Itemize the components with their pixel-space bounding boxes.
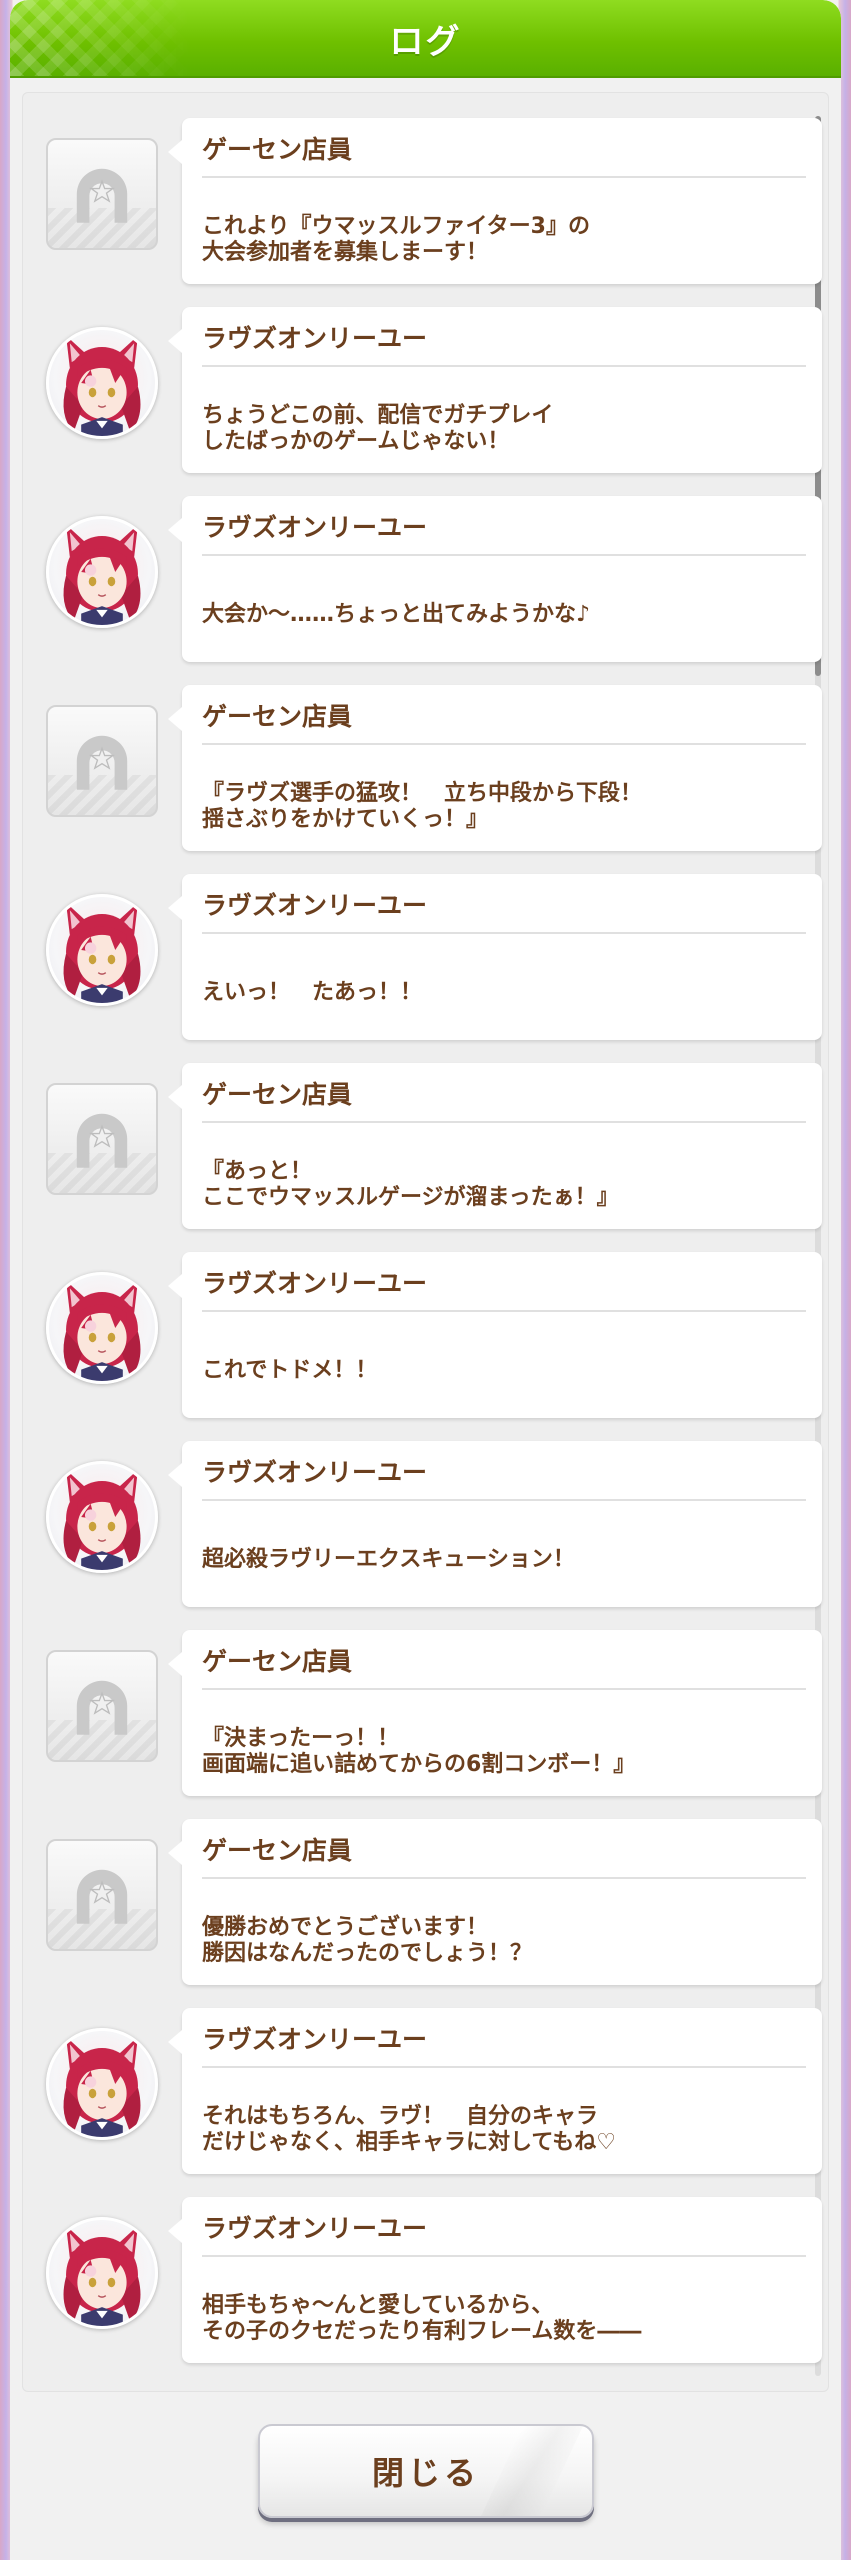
character-portrait bbox=[46, 516, 158, 628]
horseshoe-placeholder-icon bbox=[46, 705, 158, 817]
message-line: 画面端に追い詰めてからの6割コンボー！』 bbox=[202, 1752, 636, 1777]
speech-bubble: ゲーセン店員 『決まったーっ！！ 画面端に追い詰めてからの6割コンボー！』 bbox=[168, 1630, 822, 1796]
message-line: その子のクセだったり有利フレーム数を―― bbox=[202, 2319, 642, 2344]
log-entry: ラヴズオンリーユー 相手もちゃ～んと愛しているから、 その子のクセだったり有利フレー… bbox=[22, 2197, 829, 2367]
character-portrait bbox=[46, 1461, 158, 1573]
log-entry: ゲーセン店員 『決まったーっ！！ 画面端に追い詰めてからの6割コンボー！』 bbox=[22, 1630, 829, 1800]
speech-bubble: ラヴズオンリーユーえいっ！ たあっ！！ bbox=[168, 874, 822, 1040]
log-entry: ラヴズオンリーユー ちょうどこの前、配信でガチプレイ したばっかのゲームじゃない！ bbox=[22, 307, 829, 477]
speech-bubble: ゲーセン店員 『ラヴズ選手の猛攻！ 立ち中段から下段！ 揺さぶりをかけていくっ！』 bbox=[168, 685, 822, 851]
speaker-name: ラヴズオンリーユー bbox=[202, 513, 428, 542]
speech-bubble: ゲーセン店員 これより『ウマッスルファイター3』の 大会参加者を募集しまーす！ bbox=[168, 118, 822, 284]
bubble-divider bbox=[202, 1121, 806, 1123]
speaker-name: ラヴズオンリーユー bbox=[202, 1269, 428, 1298]
bubble-divider bbox=[202, 932, 806, 934]
message-line: 勝因はなんだったのでしょう！？ bbox=[202, 1941, 533, 1966]
speech-bubble: ラヴズオンリーユー 相手もちゃ～んと愛しているから、 その子のクセだったり有利フレー… bbox=[168, 2197, 822, 2363]
horseshoe-placeholder-icon bbox=[46, 1083, 158, 1195]
close-button[interactable]: 閉じる bbox=[258, 2424, 594, 2518]
speech-bubble: ラヴズオンリーユーこれでトドメ！！ bbox=[168, 1252, 822, 1418]
message-line: 揺さぶりをかけていくっ！』 bbox=[202, 807, 489, 832]
bubble-divider bbox=[202, 743, 806, 745]
dialog-header: ログ bbox=[10, 0, 841, 76]
horseshoe-placeholder-icon bbox=[46, 138, 158, 250]
horseshoe-placeholder-icon bbox=[46, 1839, 158, 1951]
horseshoe-placeholder-icon bbox=[46, 1650, 158, 1762]
close-button-label: 閉じる bbox=[371, 2454, 480, 2492]
speaker-name: ゲーセン店員 bbox=[202, 1836, 353, 1865]
speaker-name: ラヴズオンリーユー bbox=[202, 891, 428, 920]
speaker-name: ゲーセン店員 bbox=[202, 1647, 353, 1676]
speech-bubble: ゲーセン店員 『あっと！ ここでウマッスルゲージが溜まったぁ！』 bbox=[168, 1063, 822, 1229]
character-portrait bbox=[46, 2217, 158, 2329]
speech-bubble: ゲーセン店員 優勝おめでとうございます！ 勝因はなんだったのでしょう！？ bbox=[168, 1819, 822, 1985]
speaker-name: ゲーセン店員 bbox=[202, 702, 353, 731]
message-line: ここでウマッスルゲージが溜まったぁ！』 bbox=[202, 1185, 619, 1210]
speaker-name: ゲーセン店員 bbox=[202, 1080, 353, 1109]
character-portrait bbox=[46, 894, 158, 1006]
speaker-name: ラヴズオンリーユー bbox=[202, 2214, 428, 2243]
bubble-divider bbox=[202, 2255, 806, 2257]
bubble-divider bbox=[202, 1688, 806, 1690]
message-line: えいっ！ たあっ！！ bbox=[202, 980, 423, 1005]
bubble-divider bbox=[202, 554, 806, 556]
speech-bubble: ラヴズオンリーユー ちょうどこの前、配信でガチプレイ したばっかのゲームじゃない！ bbox=[168, 307, 822, 473]
message-line: したばっかのゲームじゃない！ bbox=[202, 429, 510, 454]
speaker-name: ラヴズオンリーユー bbox=[202, 2025, 428, 2054]
log-entry: ラヴズオンリーユー それはもちろん、ラヴ！ 自分のキャラ だけじゃなく、相手キャラに… bbox=[22, 2008, 829, 2178]
log-entry: ゲーセン店員 『あっと！ ここでウマッスルゲージが溜まったぁ！』 bbox=[22, 1063, 829, 1233]
bubble-divider bbox=[202, 365, 806, 367]
bubble-divider bbox=[202, 1877, 806, 1879]
character-portrait bbox=[46, 327, 158, 439]
log-entry: ゲーセン店員 これより『ウマッスルファイター3』の 大会参加者を募集しまーす！ bbox=[22, 118, 829, 288]
character-portrait bbox=[46, 2028, 158, 2140]
speaker-name: ラヴズオンリーユー bbox=[202, 1458, 428, 1487]
character-portrait bbox=[46, 1272, 158, 1384]
speech-bubble: ラヴズオンリーユー超必殺ラヴリーエクスキューション！ bbox=[168, 1441, 822, 1607]
log-entry: ラヴズオンリーユー大会か～……ちょっと出てみようかな♪ bbox=[22, 496, 829, 666]
bubble-divider bbox=[202, 1310, 806, 1312]
log-list[interactable]: ゲーセン店員 これより『ウマッスルファイター3』の 大会参加者を募集しまーす！ ラヴズ… bbox=[22, 92, 829, 2392]
log-entry: ラヴズオンリーユーえいっ！ たあっ！！ bbox=[22, 874, 829, 1044]
log-entry: ゲーセン店員 『ラヴズ選手の猛攻！ 立ち中段から下段！ 揺さぶりをかけていくっ！』 bbox=[22, 685, 829, 855]
log-dialog: ログ ゲーセン店員 これより『ウマッスルファイター3』の 大会参加者を募集しまーす！… bbox=[10, 0, 841, 2560]
speaker-name: ラヴズオンリーユー bbox=[202, 324, 428, 353]
bubble-divider bbox=[202, 2066, 806, 2068]
message-line: 大会か～……ちょっと出てみようかな♪ bbox=[202, 602, 591, 627]
speech-bubble: ラヴズオンリーユー それはもちろん、ラヴ！ 自分のキャラ だけじゃなく、相手キャラに… bbox=[168, 2008, 822, 2174]
log-entry: ラヴズオンリーユーこれでトドメ！！ bbox=[22, 1252, 829, 1422]
message-line: だけじゃなく、相手キャラに対してもね♡ bbox=[202, 2130, 616, 2155]
message-line: 超必殺ラヴリーエクスキューション！ bbox=[202, 1547, 575, 1572]
bubble-divider bbox=[202, 176, 806, 178]
dialog-title: ログ bbox=[389, 21, 462, 62]
speech-bubble: ラヴズオンリーユー大会か～……ちょっと出てみようかな♪ bbox=[168, 496, 822, 662]
message-line: これでトドメ！！ bbox=[202, 1358, 378, 1383]
log-entry: ラヴズオンリーユー超必殺ラヴリーエクスキューション！ bbox=[22, 1441, 829, 1611]
message-line: 大会参加者を募集しまーす！ bbox=[202, 240, 489, 265]
log-entry: ゲーセン店員 優勝おめでとうございます！ 勝因はなんだったのでしょう！？ bbox=[22, 1819, 829, 1989]
speaker-name: ゲーセン店員 bbox=[202, 135, 353, 164]
bubble-divider bbox=[202, 1499, 806, 1501]
